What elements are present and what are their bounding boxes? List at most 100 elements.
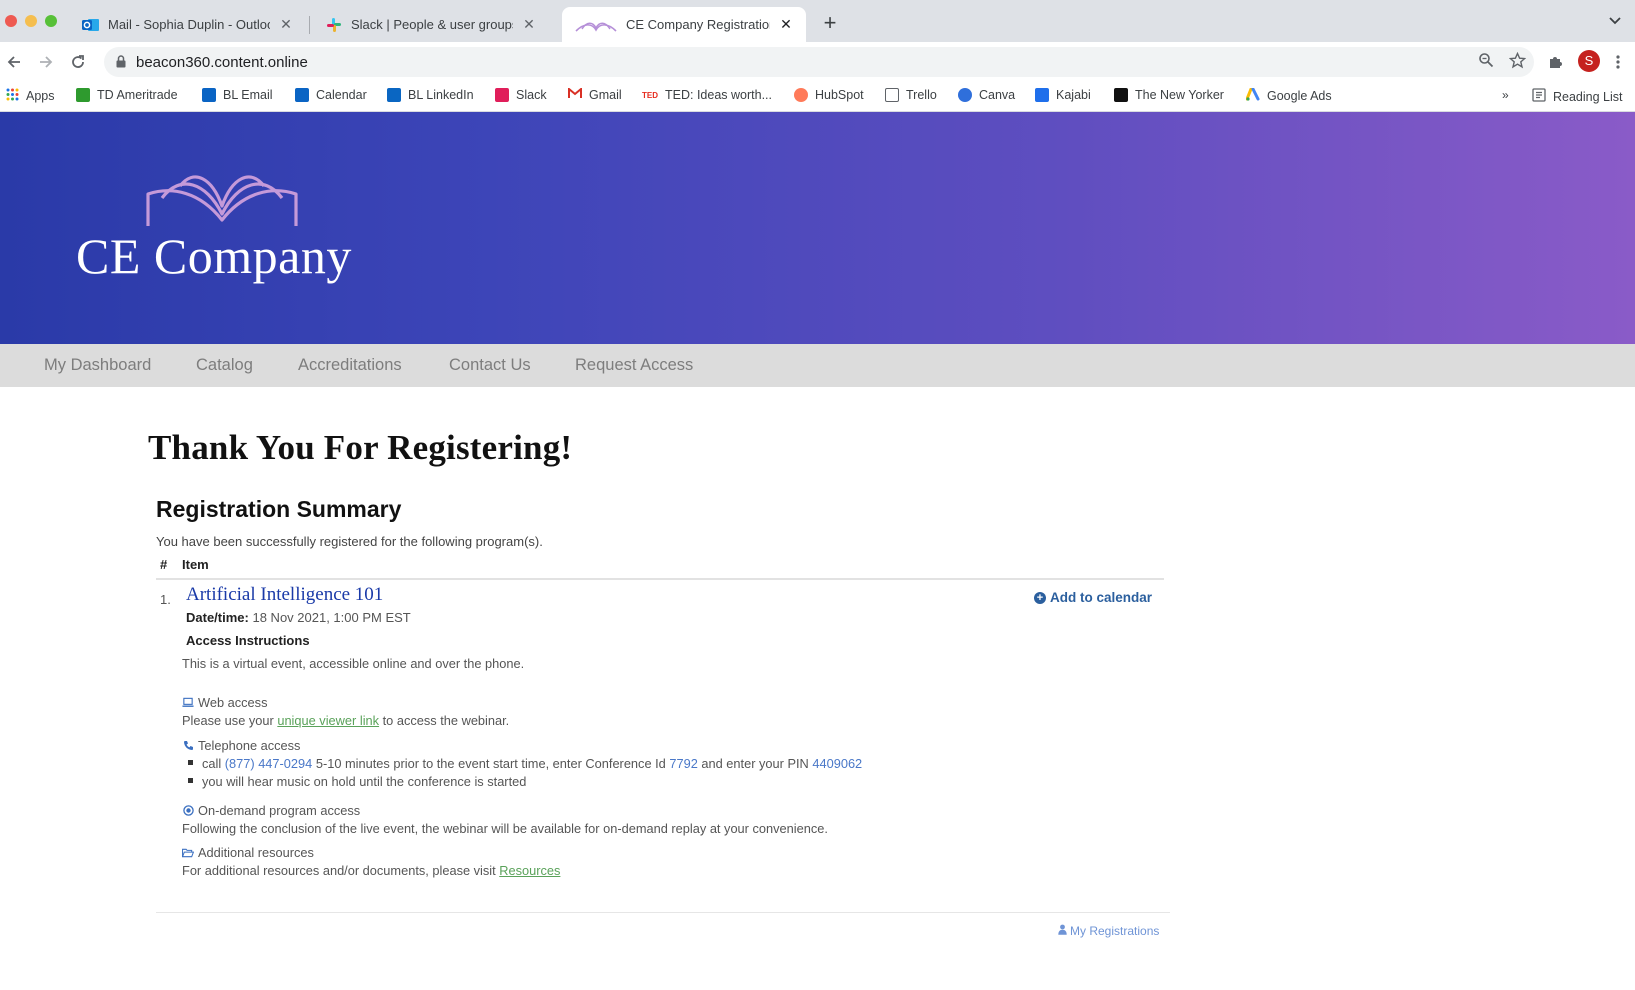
bookmark-kajabi[interactable]: Kajabi bbox=[1035, 88, 1091, 102]
bookmark-label: HubSpot bbox=[815, 88, 864, 102]
add-to-calendar-button[interactable]: + Add to calendar bbox=[1034, 590, 1152, 605]
calendar-icon bbox=[295, 88, 309, 102]
new-tab-button[interactable]: + bbox=[818, 10, 842, 36]
back-icon[interactable] bbox=[2, 50, 26, 74]
resources-link[interactable]: Resources bbox=[499, 863, 560, 878]
bookmark-ted[interactable]: TED TED: Ideas worth... bbox=[642, 88, 772, 102]
web-access-post: to access the webinar. bbox=[379, 713, 510, 728]
gmail-icon bbox=[568, 86, 582, 102]
phone-instruction-2: you will hear music on hold until the co… bbox=[188, 774, 526, 789]
outlook-icon bbox=[82, 17, 100, 33]
bookmark-calendar[interactable]: Calendar bbox=[295, 88, 367, 102]
bookmark-label: Canva bbox=[979, 88, 1016, 102]
registration-summary: Registration Summary You have been succe… bbox=[148, 488, 1170, 948]
conference-id: 7792 bbox=[669, 756, 698, 771]
web-access-pre: Please use your bbox=[182, 713, 278, 728]
apps-grid-icon bbox=[6, 88, 19, 104]
address-bar[interactable]: beacon360.content.online bbox=[104, 47, 1534, 77]
extensions-puzzle-icon[interactable] bbox=[1543, 50, 1567, 74]
bookmark-canva[interactable]: Canva bbox=[958, 88, 1015, 102]
user-icon bbox=[1058, 924, 1067, 938]
resources-pre: For additional resources and/or document… bbox=[182, 863, 500, 878]
bookmark-td-ameritrade[interactable]: TD Ameritrade bbox=[76, 88, 178, 102]
google-ads-icon bbox=[1245, 87, 1260, 104]
browser-toolbar: beacon360.content.online bbox=[0, 42, 1635, 82]
folder-open-icon bbox=[182, 847, 194, 859]
nav-contact-us[interactable]: Contact Us bbox=[449, 356, 531, 375]
row-number: 1. bbox=[160, 592, 171, 607]
tab-divider bbox=[309, 16, 310, 34]
bookmark-label: The New Yorker bbox=[1135, 88, 1224, 102]
zoom-icon[interactable] bbox=[1476, 52, 1496, 72]
phone-number-link[interactable]: (877) 447-0294 bbox=[225, 756, 313, 771]
summary-footer-divider bbox=[156, 912, 1170, 913]
web-access-text: Please use your unique viewer link to ac… bbox=[182, 713, 509, 728]
bookmark-bl-email[interactable]: BL Email bbox=[202, 88, 273, 102]
site-hero-banner: CE Company bbox=[0, 112, 1635, 344]
more-menu-icon[interactable] bbox=[1606, 50, 1630, 74]
unique-viewer-link[interactable]: unique viewer link bbox=[277, 713, 379, 728]
tab-ce-company-registration[interactable]: CE Company Registration ✕ bbox=[562, 7, 806, 42]
additional-resources-text: For additional resources and/or document… bbox=[182, 863, 560, 878]
brand-name[interactable]: CE Company bbox=[76, 227, 352, 285]
additional-resources-heading: Additional resources bbox=[182, 845, 314, 860]
bookmark-bl-linkedin[interactable]: BL LinkedIn bbox=[387, 88, 474, 102]
phone-b2-text: you will hear music on hold until the co… bbox=[202, 774, 527, 789]
bullet-point bbox=[188, 778, 193, 784]
phone-b1-pre: call bbox=[202, 756, 225, 771]
bookmarks-overflow-button[interactable]: » bbox=[1502, 88, 1509, 102]
phone-instruction-1: call (877) 447-0294 5-10 minutes prior t… bbox=[188, 756, 862, 771]
bookmark-label: Trello bbox=[906, 88, 937, 102]
tab-slack[interactable]: Slack | People & user groups | ✕ bbox=[313, 7, 549, 42]
header-divider bbox=[156, 578, 1164, 580]
canva-icon bbox=[958, 88, 972, 102]
reading-list-button[interactable]: Reading List bbox=[1532, 88, 1623, 105]
nav-catalog[interactable]: Catalog bbox=[196, 356, 253, 375]
lock-icon[interactable] bbox=[116, 55, 126, 73]
my-registrations-link[interactable]: My Registrations bbox=[1058, 924, 1159, 938]
laptop-icon bbox=[182, 697, 194, 709]
program-title-link[interactable]: Artificial Intelligence 101 bbox=[186, 584, 383, 606]
access-description: This is a virtual event, accessible onli… bbox=[182, 656, 525, 671]
bookmark-apps[interactable]: Apps bbox=[6, 88, 55, 104]
outlook-icon bbox=[202, 88, 216, 102]
web-access-heading: Web access bbox=[182, 695, 267, 710]
bookmark-hubspot[interactable]: HubSpot bbox=[794, 88, 864, 102]
reload-icon[interactable] bbox=[66, 50, 90, 74]
additional-resources-label: Additional resources bbox=[198, 845, 314, 860]
nav-request-access[interactable]: Request Access bbox=[575, 356, 693, 375]
nav-accreditations[interactable]: Accreditations bbox=[298, 356, 402, 375]
plus-circle-icon: + bbox=[1034, 591, 1046, 604]
tab-title: Slack | People & user groups | bbox=[351, 17, 513, 32]
tab-title: CE Company Registration bbox=[626, 17, 770, 32]
tab-outlook[interactable]: Mail - Sophia Duplin - Outlook ✕ bbox=[70, 7, 306, 42]
window-zoom-button[interactable] bbox=[45, 15, 57, 27]
window-close-button[interactable] bbox=[5, 15, 17, 27]
forward-icon[interactable] bbox=[34, 50, 58, 74]
bookmark-slack[interactable]: Slack bbox=[495, 88, 547, 102]
datetime-label: Date/time: bbox=[186, 610, 249, 625]
tab-close-icon[interactable]: ✕ bbox=[778, 16, 794, 33]
phone-icon bbox=[182, 740, 194, 752]
telephone-access-label: Telephone access bbox=[198, 738, 301, 753]
tab-close-icon[interactable]: ✕ bbox=[521, 16, 537, 33]
event-datetime: Date/time: 18 Nov 2021, 1:00 PM EST bbox=[186, 610, 411, 625]
bookmark-label: Google Ads bbox=[1267, 89, 1332, 103]
bookmark-gmail[interactable]: Gmail bbox=[568, 86, 622, 102]
bookmark-google-ads[interactable]: Google Ads bbox=[1245, 87, 1332, 104]
window-minimize-button[interactable] bbox=[25, 15, 37, 27]
bookmark-star-icon[interactable] bbox=[1507, 51, 1527, 72]
profile-avatar[interactable]: S bbox=[1578, 50, 1600, 72]
trello-icon bbox=[885, 88, 899, 102]
bookmark-new-yorker[interactable]: The New Yorker bbox=[1114, 88, 1224, 102]
tab-close-icon[interactable]: ✕ bbox=[278, 16, 294, 33]
url-text[interactable]: beacon360.content.online bbox=[136, 54, 308, 71]
on-demand-label: On-demand program access bbox=[198, 803, 361, 818]
nav-my-dashboard[interactable]: My Dashboard bbox=[44, 356, 151, 375]
bookmark-trello[interactable]: Trello bbox=[885, 88, 937, 102]
bookmark-label: BL Email bbox=[223, 88, 273, 102]
bookmark-label: Gmail bbox=[589, 88, 622, 102]
kajabi-icon bbox=[1035, 88, 1049, 102]
bookmark-label: Apps bbox=[26, 89, 55, 103]
tab-search-chevron-icon[interactable] bbox=[1609, 13, 1621, 28]
